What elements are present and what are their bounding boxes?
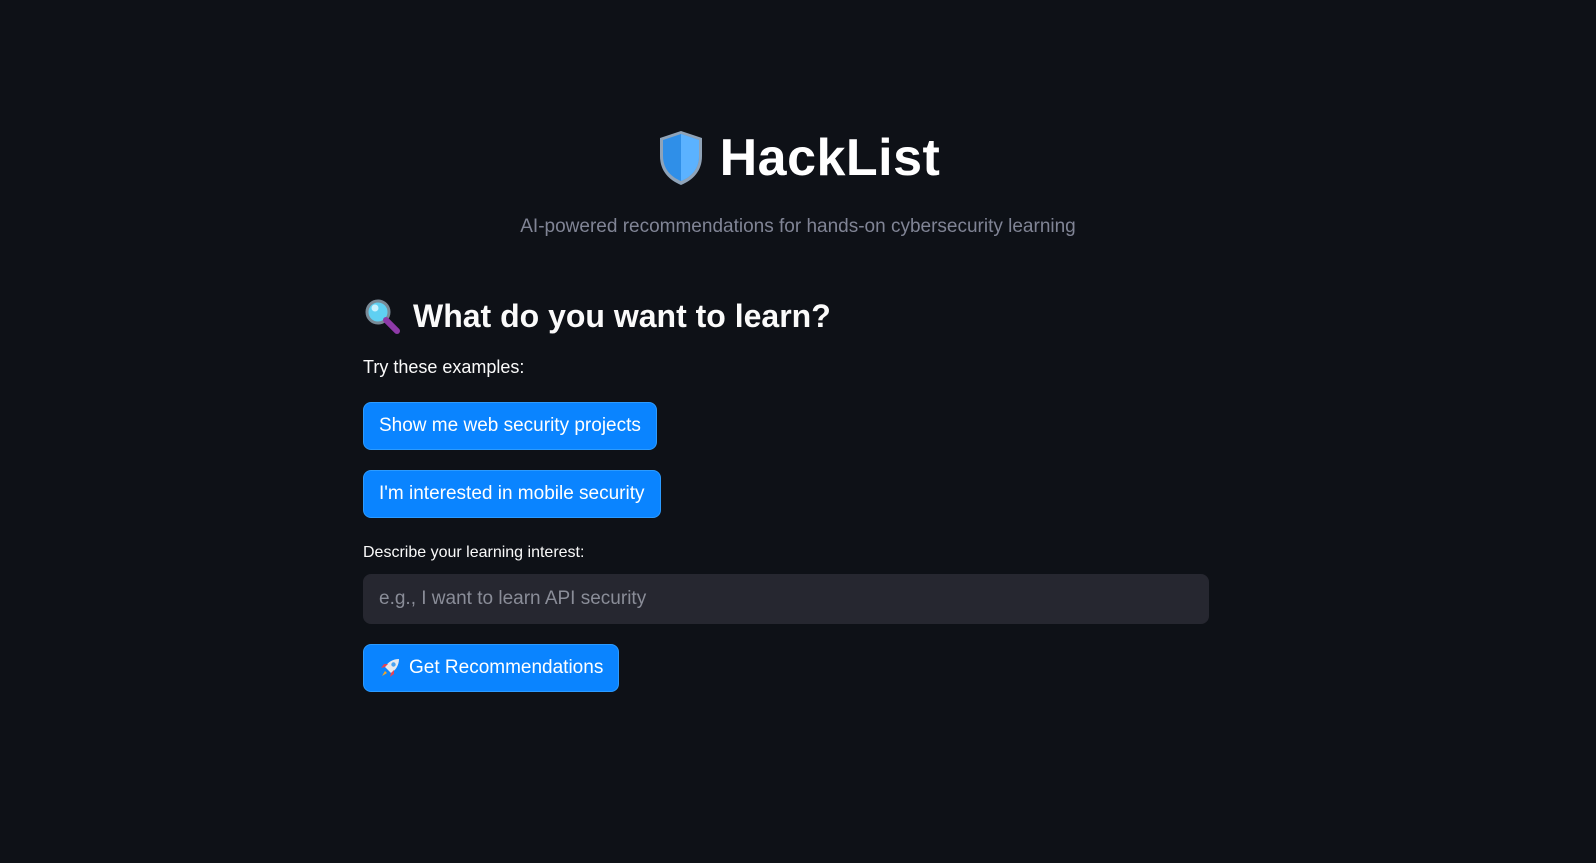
example-button-web-security[interactable]: Show me web security projects [363,402,657,450]
shield-icon [659,131,702,185]
get-recommendations-label: Get Recommendations [409,657,604,678]
page-header: HackList AI-powered recommendations for … [0,120,1596,238]
example-row-1: Show me web security projects [363,402,1209,450]
interest-input-wrapper [363,574,1209,624]
section-title: What do you want to learn? [413,297,831,334]
submit-row: Get Recommendations [363,644,1209,692]
interest-input-label: Describe your learning interest: [363,544,585,561]
example-button-mobile-security[interactable]: I'm interested in mobile security [363,470,661,518]
example-row-2: I'm interested in mobile security [363,470,1209,518]
interest-input[interactable] [363,574,1209,624]
page-title: HackList [719,129,941,187]
title-row: HackList [656,120,941,196]
app-root: HackList AI-powered recommendations for … [0,0,1596,863]
get-recommendations-button[interactable]: Get Recommendations [363,644,620,692]
page-subtitle: AI-powered recommendations for hands-on … [520,216,1076,237]
examples-label: Try these examples: [363,357,525,377]
main-content: What do you want to learn? Try these exa… [363,292,1209,692]
section-heading: What do you want to learn? [363,292,1209,340]
rocket-icon [381,659,399,677]
magnifier-icon [365,299,400,334]
